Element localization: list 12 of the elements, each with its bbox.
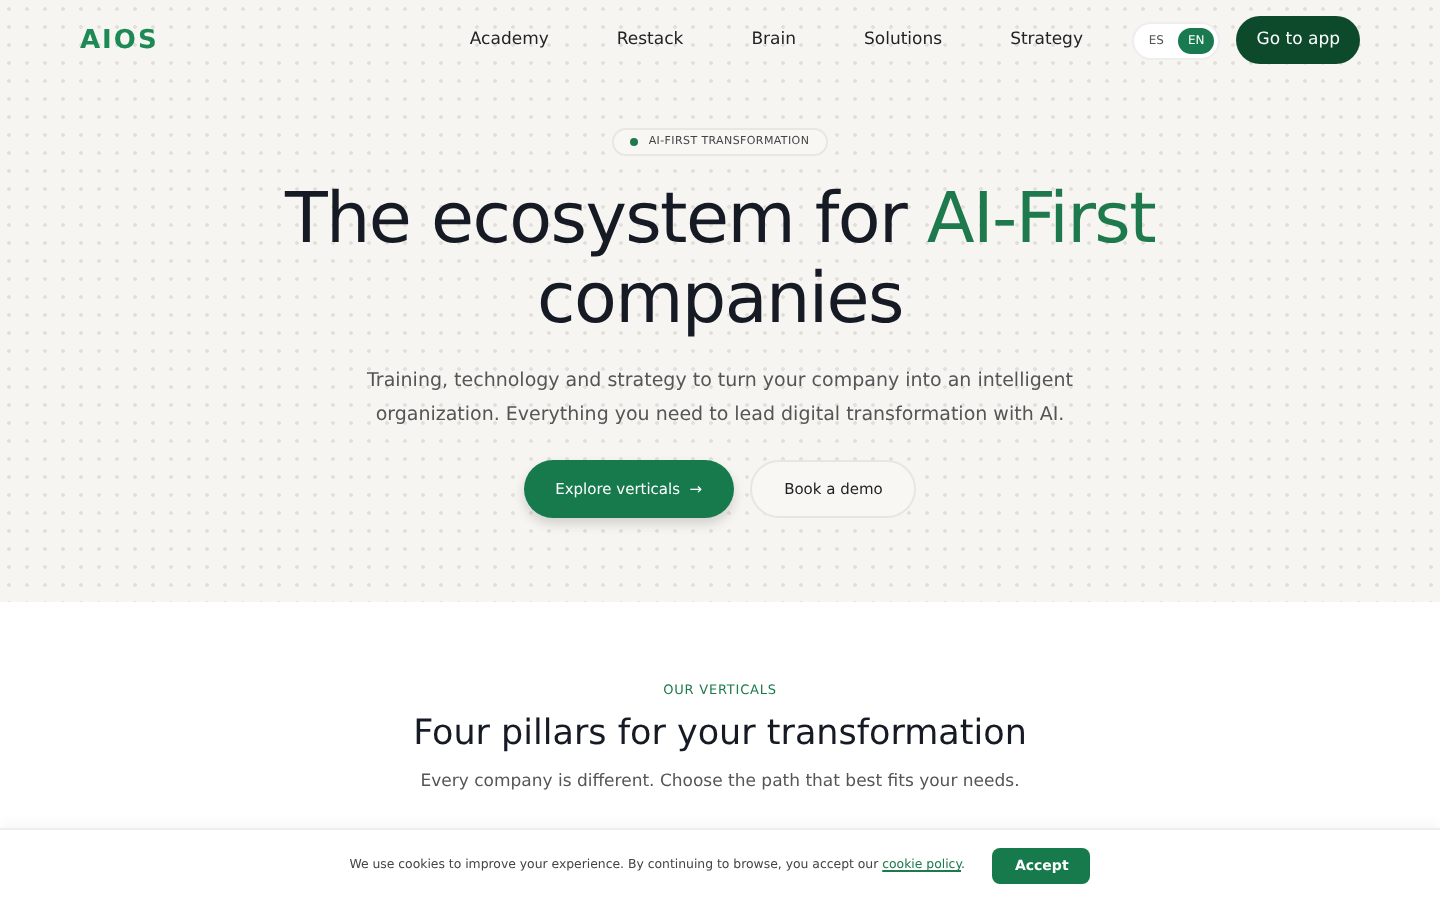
dot-icon [630,138,639,146]
hero-headline: The ecosystem for AI-First companies [284,180,1156,340]
hero-subtitle: Training, technology and strategy to turn your company into an intelligent organization. Everything you need to lead digital transformation with AI. [365,368,1075,430]
section-subtitle: Every company is different. Choose the path that best fits your needs. [420,772,1020,792]
nav-link[interactable]: Strategy [1010,30,1083,50]
logo[interactable]: AIOS [80,25,360,55]
go-to-app-button[interactable]: Go to app [1236,16,1360,64]
nav-link[interactable]: Solutions [864,30,943,50]
nav-link[interactable]: Academy [469,30,549,50]
section-title: Four pillars for your transformation [413,714,1027,754]
nav-link[interactable]: Restack [616,30,684,50]
nav-link[interactable]: Brain [751,30,796,50]
